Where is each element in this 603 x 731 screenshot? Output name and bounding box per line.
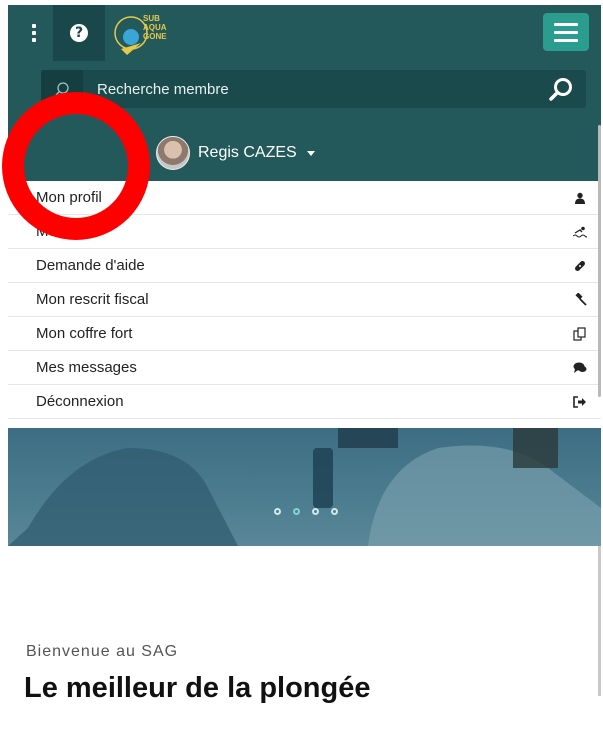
hamburger-menu-button[interactable] <box>543 13 589 51</box>
user-icon <box>572 190 588 206</box>
help-button[interactable]: ? <box>53 5 105 61</box>
carousel-dot[interactable] <box>274 508 281 515</box>
user-menu-toggle[interactable]: Regis CAZES <box>156 136 315 170</box>
carousel-dot-active[interactable] <box>293 508 300 515</box>
question-icon: ? <box>70 24 88 42</box>
search-icon[interactable] <box>546 74 576 104</box>
bandage-icon <box>572 258 588 274</box>
user-panel: Regis CAZES <box>8 61 601 181</box>
menu-item-demande-aide[interactable]: Demande d'aide <box>8 249 601 283</box>
hero-image <box>8 428 601 546</box>
scrollbar[interactable] <box>598 125 601 397</box>
menu-item-label: Mon rescrit fiscal <box>36 291 149 308</box>
menu-item-label: Mes ... <box>36 223 82 240</box>
top-navbar: ? SUB AQUA GONE <box>8 5 601 61</box>
logo-text-1: SUB <box>143 14 160 23</box>
menu-item-mes-messages[interactable]: Mes messages <box>8 351 601 385</box>
search-bar <box>41 70 586 108</box>
search-input[interactable] <box>97 70 517 108</box>
sign-out-icon <box>572 394 588 410</box>
caret-down-icon <box>306 150 315 156</box>
hero-carousel <box>8 428 601 546</box>
search-small-icon <box>41 70 83 108</box>
menu-item-label: Mon profil <box>36 189 102 206</box>
logo-text-2: AQUA <box>143 23 167 32</box>
gavel-icon <box>572 292 588 308</box>
page-headline: Le meilleur de la plongée <box>24 672 371 704</box>
page-scrollbar[interactable] <box>598 546 601 696</box>
menu-item-label: Déconnexion <box>36 393 124 410</box>
kebab-menu-icon[interactable] <box>16 5 51 61</box>
avatar <box>156 136 190 170</box>
user-dropdown-menu: Mon profil Mes ... Demande d'aide Mon re… <box>8 181 601 428</box>
logo-text-3: GONE <box>143 32 167 41</box>
carousel-dot[interactable] <box>312 508 319 515</box>
comments-icon <box>572 360 588 376</box>
menu-item-mon-profil[interactable]: Mon profil <box>8 181 601 215</box>
carousel-indicators <box>274 508 338 515</box>
club-logo[interactable]: SUB AQUA GONE <box>113 7 173 59</box>
menu-item-coffre-fort[interactable]: Mon coffre fort <box>8 317 601 351</box>
user-name: Regis CAZES <box>198 144 297 161</box>
menu-item-label: Mon coffre fort <box>36 325 133 342</box>
carousel-dot[interactable] <box>331 508 338 515</box>
menu-item-rescrit-fiscal[interactable]: Mon rescrit fiscal <box>8 283 601 317</box>
menu-item-label: Demande d'aide <box>36 257 145 274</box>
copy-icon <box>572 326 588 342</box>
menu-item-deconnexion[interactable]: Déconnexion <box>8 385 601 419</box>
welcome-subtitle: Bienvenue au SAG <box>26 643 179 660</box>
menu-item-mes-swim[interactable]: Mes ... <box>8 215 601 249</box>
swim-icon <box>572 224 588 240</box>
menu-item-label: Mes messages <box>36 359 137 376</box>
